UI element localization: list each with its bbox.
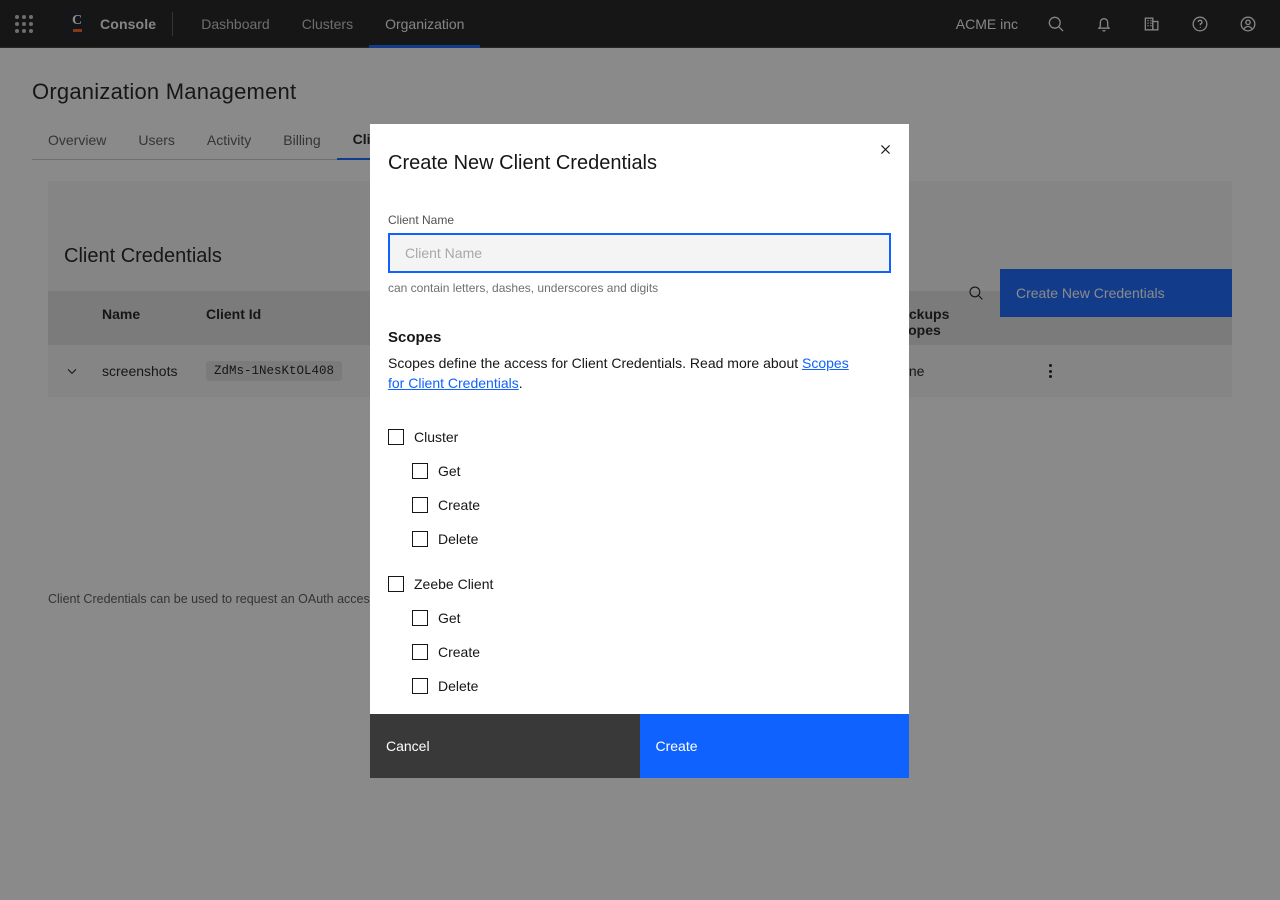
checkbox-zeebe-create[interactable] — [412, 644, 428, 660]
client-name-field-wrap — [370, 233, 909, 273]
scope-row-zeebe-client[interactable]: Zeebe Client — [388, 567, 909, 601]
checkbox-zeebe-delete[interactable] — [412, 678, 428, 694]
scope-label-zeebe-delete: Delete — [438, 678, 478, 694]
app-root: C Console Dashboard Clusters Organizatio… — [0, 0, 1280, 900]
scopes-description-suffix: . — [519, 375, 523, 391]
create-button[interactable]: Create — [640, 714, 910, 778]
scope-row-zeebe-create[interactable]: Create — [388, 635, 909, 669]
scope-label-zeebe-client: Zeebe Client — [414, 576, 493, 592]
scope-row-zeebe-get[interactable]: Get — [388, 601, 909, 635]
modal-title: Create New Client Credentials — [388, 150, 861, 176]
scope-row-cluster-get[interactable]: Get — [388, 454, 909, 488]
scope-row-cluster-create[interactable]: Create — [388, 488, 909, 522]
scopes-checkbox-list: Cluster Get Create Delete Zeebe Client — [370, 420, 909, 714]
client-name-label: Client Name — [370, 213, 909, 227]
checkbox-zeebe-client[interactable] — [388, 576, 404, 592]
modal-body: Create New Client Credentials Client Nam… — [370, 124, 909, 714]
client-name-help-text: can contain letters, dashes, underscores… — [370, 281, 909, 295]
scope-label-cluster-delete: Delete — [438, 531, 478, 547]
scope-row-cluster[interactable]: Cluster — [388, 420, 909, 454]
scopes-description: Scopes define the access for Client Cred… — [370, 353, 880, 393]
scope-label-cluster-create: Create — [438, 497, 480, 513]
scope-row-zeebe-delete[interactable]: Delete — [388, 669, 909, 703]
modal-header: Create New Client Credentials — [370, 124, 909, 176]
scope-row-cluster-delete[interactable]: Delete — [388, 522, 909, 556]
checkbox-zeebe-get[interactable] — [412, 610, 428, 626]
cancel-button[interactable]: Cancel — [370, 714, 640, 778]
checkbox-cluster-get[interactable] — [412, 463, 428, 479]
checkbox-cluster-delete[interactable] — [412, 531, 428, 547]
scope-label-zeebe-create: Create — [438, 644, 480, 660]
checkbox-cluster-create[interactable] — [412, 497, 428, 513]
scope-label-zeebe-get: Get — [438, 610, 461, 626]
close-icon[interactable] — [861, 125, 909, 173]
scopes-description-prefix: Scopes define the access for Client Cred… — [388, 355, 802, 371]
scopes-heading: Scopes — [370, 329, 909, 346]
scope-label-cluster: Cluster — [414, 429, 458, 445]
checkbox-cluster[interactable] — [388, 429, 404, 445]
client-name-input[interactable] — [388, 233, 891, 273]
scope-label-cluster-get: Get — [438, 463, 461, 479]
create-client-credentials-modal: Create New Client Credentials Client Nam… — [370, 124, 909, 778]
modal-footer: Cancel Create — [370, 714, 909, 778]
